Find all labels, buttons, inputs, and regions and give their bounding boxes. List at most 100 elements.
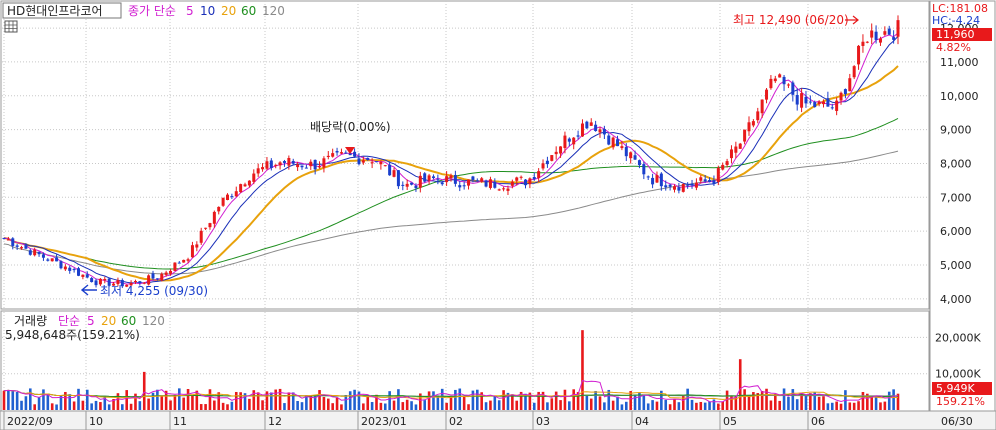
volume-bar	[511, 394, 514, 410]
candle-body	[256, 168, 260, 174]
x-tick-label: 2023/01	[361, 415, 407, 428]
candle-body	[94, 280, 98, 286]
candle-body	[335, 151, 339, 153]
candle-body	[760, 99, 764, 114]
ma-legend-5: 5	[186, 4, 194, 18]
candle-body	[138, 281, 142, 283]
candle-body	[370, 162, 374, 164]
hc-readout: HC:-4.24	[932, 14, 980, 27]
candle-body	[708, 180, 712, 182]
candle-body	[738, 143, 742, 149]
ma-legend-10: 10	[200, 4, 215, 18]
candle-body	[155, 278, 159, 280]
price-tick-label: 11,000	[940, 56, 979, 69]
volume-bar	[822, 396, 825, 410]
candle-body	[585, 121, 589, 129]
volume-bar	[46, 393, 50, 410]
volume-bar	[239, 392, 242, 410]
candle-body	[46, 259, 50, 261]
volume-bar	[234, 391, 238, 410]
volume-bar	[642, 394, 646, 410]
candle-body	[493, 181, 497, 188]
volume-bar	[835, 401, 838, 410]
candle-body	[383, 165, 387, 167]
candle-body	[186, 259, 190, 261]
candle-body	[857, 45, 861, 65]
candle-body	[401, 184, 405, 186]
candle-body	[602, 128, 606, 135]
volume-bar	[226, 404, 229, 410]
ma-legend-label: 종가 단순	[128, 4, 176, 18]
candle-body	[734, 146, 738, 153]
candle-body	[887, 28, 891, 35]
volume-bar	[68, 394, 72, 410]
volume-bar	[857, 401, 860, 410]
candle-body	[817, 101, 821, 104]
candle-body	[274, 164, 278, 166]
candle-body	[874, 31, 878, 40]
dividend-annotation: 배당락(0.00%)	[310, 120, 391, 134]
volume-bar	[177, 388, 181, 410]
candle-body	[607, 135, 611, 145]
volume-bar	[50, 403, 54, 410]
volume-bar	[826, 403, 830, 410]
volume-bar	[300, 402, 304, 410]
candle-body	[326, 155, 330, 158]
volume-bar	[33, 404, 36, 410]
volume-bar	[563, 389, 567, 410]
candle-body	[467, 179, 471, 186]
table-icon[interactable]	[4, 20, 18, 33]
candle-body	[681, 184, 685, 192]
volume-bar	[15, 392, 19, 410]
volume-bar	[405, 399, 409, 410]
candle-body	[572, 137, 576, 145]
price-tick-label: 6,000	[940, 225, 972, 238]
volume-bar	[42, 389, 45, 410]
candle-body	[41, 254, 45, 258]
candle-body	[247, 180, 251, 186]
candle-body	[524, 179, 527, 186]
candle-body	[68, 267, 72, 271]
candle-body	[835, 100, 839, 111]
candle-body	[410, 182, 414, 185]
volume-bar	[817, 396, 821, 410]
volume-bar	[861, 392, 865, 410]
candle-body	[865, 41, 869, 43]
candle-body	[208, 223, 212, 228]
candle-body	[366, 157, 370, 161]
stock-chart[interactable]: 12,00011,00010,0009,0008,0007,0006,0005,…	[0, 0, 996, 430]
candle-body	[488, 179, 492, 188]
volume-bar	[199, 404, 203, 410]
volume-bar	[664, 399, 668, 410]
candle-body	[786, 84, 790, 86]
volume-bar	[326, 398, 330, 410]
volume-bar	[191, 395, 194, 410]
candle-body	[177, 262, 181, 264]
candle-body	[480, 178, 484, 182]
volume-bar	[353, 389, 356, 410]
volume-bar	[340, 404, 343, 410]
volume-bar	[703, 402, 707, 410]
candle-body	[2, 237, 6, 239]
volume-bar	[204, 404, 207, 410]
volume-bar	[160, 395, 164, 410]
volume-bar	[20, 400, 23, 410]
volume-bar	[256, 392, 260, 410]
price-tick-label: 5,000	[940, 259, 972, 272]
candle-body	[230, 196, 234, 198]
volume-bar	[554, 391, 558, 410]
volume-bar	[493, 396, 497, 410]
candle-body	[357, 158, 361, 165]
candle-body	[567, 138, 571, 142]
volume-bar	[489, 400, 492, 410]
candle-body	[646, 176, 650, 178]
volume-bar	[874, 396, 878, 410]
ma-legend-20: 20	[221, 4, 236, 18]
volume-bar	[581, 330, 584, 410]
price-tick-label: 8,000	[940, 157, 972, 170]
volume-bar	[7, 390, 10, 410]
volume-bar	[743, 389, 746, 410]
x-tick-label: 11	[173, 415, 187, 428]
volume-bar	[546, 402, 549, 410]
high-annotation: 최고 12,490 (06/20)	[733, 13, 849, 27]
